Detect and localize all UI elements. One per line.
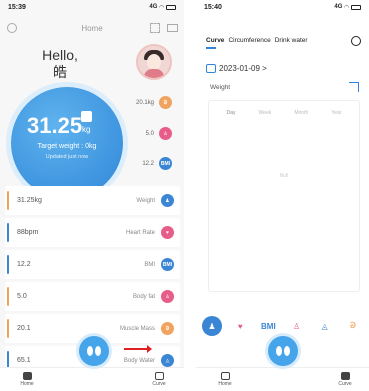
metric-card-body-fat[interactable]: 5.0 Body fat ♙ <box>5 282 180 311</box>
mini-stat-bmi: 12.2 BMI <box>142 157 172 170</box>
metric-card-bmi[interactable]: 12.2 BMI BMI <box>5 250 180 279</box>
edit-icon[interactable] <box>81 111 92 122</box>
tab-home[interactable]: Home <box>12 372 42 387</box>
period-day[interactable]: Day <box>227 110 236 116</box>
tab-bar: Home Curve <box>0 336 184 391</box>
greeting-name: 皓 <box>53 64 67 80</box>
footprint-icon <box>87 346 93 356</box>
bmi-icon: BMI <box>161 258 174 271</box>
target-weight: Target weight : 0kg <box>37 143 97 150</box>
metric-card-heart-rate[interactable]: 88bpm Heart Rate ♥ <box>5 218 180 247</box>
expand-icon[interactable] <box>349 82 359 92</box>
home-header: Home <box>0 20 184 38</box>
mini-stat-fat: 5.0 ♙ <box>146 127 172 140</box>
weight-icon: ♟ <box>161 194 174 207</box>
body-water-icon[interactable]: ◬ <box>315 316 335 336</box>
weight-unit: kg <box>82 125 91 134</box>
status-bar: 15:40 4G ◠ <box>204 2 361 12</box>
weight-summary-circle: 31.25 kg Target weight : 0kg Updated jus… <box>11 87 123 199</box>
measure-button[interactable] <box>268 336 298 366</box>
date-value: 2023-01-09 > <box>219 64 267 73</box>
tab-home[interactable]: Home <box>210 372 240 387</box>
weight-icon[interactable]: ♟ <box>202 316 222 336</box>
tab-drink-water[interactable]: Drink water <box>275 37 308 44</box>
calendar-icon <box>206 64 216 73</box>
red-arrow-annotation <box>124 345 152 353</box>
heart-rate-icon[interactable]: ♥ <box>230 316 250 336</box>
footprint-icon <box>95 346 101 356</box>
weight-value: 31.25 <box>27 113 83 138</box>
network-label: 4G <box>334 4 343 10</box>
bmi-icon: BMI <box>159 157 172 170</box>
tab-circumference[interactable]: Circumference <box>228 37 270 44</box>
footprint-icon <box>284 346 290 356</box>
footprint-icon <box>276 346 282 356</box>
tab-curve[interactable]: Curve <box>144 372 174 387</box>
greeting: Hello, 皓 <box>40 47 80 81</box>
tab-curve[interactable]: Curve <box>330 372 360 387</box>
wifi-icon: ◠ <box>344 4 349 11</box>
measure-button[interactable] <box>79 336 109 366</box>
tab-bar: Home Curve <box>196 336 369 391</box>
mini-stat-muscle: 20.1kg ᘐ <box>136 96 172 109</box>
message-icon[interactable] <box>167 24 178 32</box>
body-water-icon: ◬ <box>161 354 174 367</box>
curve-screen: 15:40 4G ◠ Curve Circumference Drink wat… <box>196 0 369 391</box>
avatar[interactable] <box>136 44 172 80</box>
active-tab-indicator <box>206 47 216 49</box>
metric-label: Weight <box>210 84 231 91</box>
status-time: 15:39 <box>8 3 26 11</box>
date-selector[interactable]: 2023-01-09 > <box>206 64 267 73</box>
fat-icon: ♙ <box>159 127 172 140</box>
home-screen: 15:39 4G ◠ Home Hello, 皓 31.25 kg Target… <box>0 0 184 391</box>
body-fat-icon: ♙ <box>161 290 174 303</box>
status-time: 15:40 <box>204 3 222 11</box>
muscle-mass-icon: ᘐ <box>161 322 174 335</box>
battery-icon <box>166 4 176 10</box>
heart-rate-icon: ♥ <box>161 226 174 239</box>
history-clock-icon[interactable] <box>351 36 361 46</box>
wifi-icon: ◠ <box>159 4 164 11</box>
muscle-mass-icon[interactable]: ᘐ <box>343 316 363 336</box>
updated-text: Updated just now <box>45 154 89 160</box>
greeting-hello: Hello, <box>42 47 78 63</box>
status-bar: 15:39 4G ◠ <box>8 2 176 12</box>
period-tabs: Day Week Month Year <box>215 110 353 116</box>
metric-selector: ♟ ♥ BMI ♙ ◬ ᘐ <box>202 316 363 336</box>
chart-area: Day Week Month Year Null <box>208 100 360 292</box>
battery-icon <box>351 4 361 10</box>
curve-icon <box>154 372 164 380</box>
bmi-icon[interactable]: BMI <box>258 316 278 336</box>
home-icon <box>220 372 230 380</box>
period-year[interactable]: Year <box>331 110 341 116</box>
empty-chart-text: Null <box>279 173 289 179</box>
tab-curve-chart[interactable]: Curve <box>206 37 224 44</box>
curve-icon <box>340 372 350 380</box>
period-month[interactable]: Month <box>294 110 308 116</box>
body-fat-icon[interactable]: ♙ <box>287 316 307 336</box>
period-week[interactable]: Week <box>259 110 272 116</box>
screenshot-divider <box>184 0 196 391</box>
muscle-icon: ᘐ <box>159 96 172 109</box>
metric-card-weight[interactable]: 31.25kg Weight ♟ <box>5 186 180 215</box>
network-label: 4G <box>149 4 158 10</box>
home-icon <box>22 372 32 380</box>
scan-icon[interactable] <box>150 23 160 33</box>
curve-tabs: Curve Circumference Drink water <box>206 37 308 49</box>
